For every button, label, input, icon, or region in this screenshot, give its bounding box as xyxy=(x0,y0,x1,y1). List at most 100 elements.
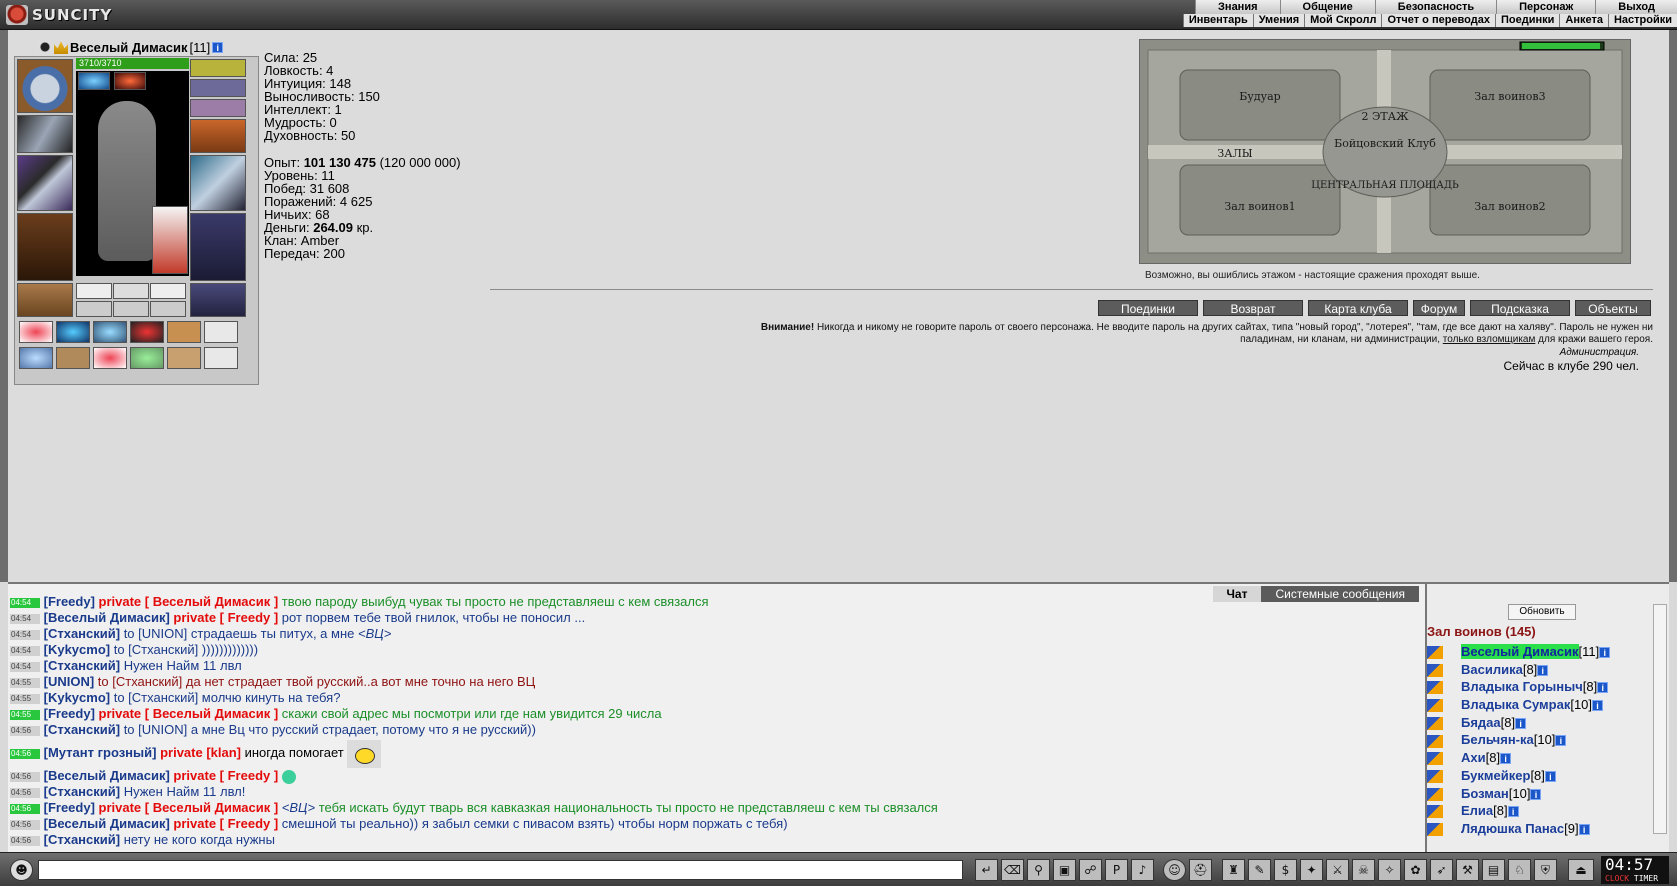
chat-timestamp[interactable]: 04:54 xyxy=(10,661,40,672)
scroll-icon[interactable]: ✎ xyxy=(1248,859,1271,881)
scroll-slot-4[interactable] xyxy=(130,321,164,343)
hint-button[interactable]: Подсказка xyxy=(1470,300,1570,316)
chat-private-tag[interactable]: private [ Веселый Димасик ] xyxy=(95,594,282,609)
spell-slot-1[interactable] xyxy=(78,72,110,90)
menu-communication[interactable]: Общение xyxy=(1279,0,1375,14)
menu-exit[interactable]: Выход xyxy=(1595,0,1677,14)
belt-item-3[interactable] xyxy=(150,283,186,299)
info-icon[interactable]: i xyxy=(1592,700,1604,712)
chat-private-tag[interactable]: private [ Веселый Димасик ] xyxy=(95,706,282,721)
chat-nick[interactable]: [Стханский] xyxy=(44,832,120,847)
user-name[interactable]: Бозман xyxy=(1461,786,1509,801)
armor-slot[interactable] xyxy=(17,213,73,281)
info-icon[interactable]: i xyxy=(1555,735,1567,747)
exit-icon[interactable]: ⏏ xyxy=(1568,859,1594,881)
private-message-icon[interactable] xyxy=(1427,699,1443,713)
user-name[interactable]: Елиа xyxy=(1461,803,1493,818)
chat-nick[interactable]: [Мутант грозный] xyxy=(44,745,157,760)
chat-private-tag[interactable]: private [ Freedy ] xyxy=(170,610,282,625)
forum-button[interactable]: Форум xyxy=(1413,300,1465,316)
submenu-inventory[interactable]: Инвентарь xyxy=(1182,14,1253,27)
chat-nick[interactable]: [Стханский] xyxy=(44,784,120,799)
helmet-icon[interactable]: ⛑ xyxy=(1189,859,1212,881)
scroll-slot-3[interactable] xyxy=(93,321,127,343)
chat-nick[interactable]: [Веселый Димасик] xyxy=(44,610,170,625)
chat-nick[interactable]: [Стханский] xyxy=(44,626,120,641)
chat-nick[interactable]: [Веселый Димасик] xyxy=(44,816,170,831)
belt-slot[interactable] xyxy=(17,283,73,317)
run-icon[interactable]: ☍ xyxy=(1079,859,1102,881)
private-message-icon[interactable] xyxy=(1427,663,1443,677)
legs-slot[interactable] xyxy=(190,213,246,281)
paw-icon[interactable]: ✿ xyxy=(1404,859,1427,881)
private-message-icon[interactable] xyxy=(1427,646,1443,660)
room-hall3[interactable] xyxy=(1429,69,1591,141)
private-message-icon[interactable] xyxy=(1427,681,1443,695)
book-icon[interactable]: ▤ xyxy=(1482,859,1505,881)
fights-button[interactable]: Поединки xyxy=(1098,300,1198,316)
chat-nick[interactable]: [Freedy] xyxy=(44,706,95,721)
info-icon[interactable]: i xyxy=(1507,806,1519,818)
boots-slot[interactable] xyxy=(190,283,246,317)
chat-nick[interactable]: [Freedy] xyxy=(44,800,95,815)
chat-timestamp[interactable]: 04:56 xyxy=(10,725,40,736)
magic-icon[interactable]: ✧ xyxy=(1378,859,1401,881)
scroll-slot-12[interactable] xyxy=(204,347,238,369)
private-message-icon[interactable] xyxy=(1427,752,1443,766)
private-message-icon[interactable] xyxy=(1427,822,1443,836)
weapon-slot[interactable] xyxy=(17,155,73,211)
club-map-button[interactable]: Карта клуба xyxy=(1308,300,1408,316)
menu-security[interactable]: Безопасность xyxy=(1374,0,1497,14)
private-message-icon[interactable] xyxy=(1427,734,1443,748)
ring-slot-2[interactable] xyxy=(190,99,246,117)
info-icon[interactable]: i xyxy=(1530,788,1542,800)
chat-timestamp[interactable]: 04:54 xyxy=(10,597,40,608)
amulet-slot[interactable] xyxy=(17,115,73,153)
user-name[interactable]: Ахи xyxy=(1461,750,1486,765)
chat-timestamp[interactable]: 04:54 xyxy=(10,629,40,640)
chat-nick[interactable]: [Kykycmo] xyxy=(44,690,110,705)
chat-nick[interactable]: [UNION] xyxy=(44,674,95,689)
user-name[interactable]: Бельчян-ка xyxy=(1461,732,1534,747)
scroll-slot-6[interactable] xyxy=(204,321,238,343)
room-boudoir[interactable] xyxy=(1179,69,1341,141)
money-bag-icon[interactable]: $ xyxy=(1274,859,1297,881)
chat-nick[interactable]: [Стханский] xyxy=(44,722,120,737)
user-name[interactable]: Владыка Горыныч xyxy=(1461,679,1583,694)
chat-timestamp[interactable]: 04:56 xyxy=(10,787,40,798)
user-name[interactable]: Василика xyxy=(1461,662,1523,677)
scroll-slot-2[interactable] xyxy=(56,321,90,343)
submenu-skills[interactable]: Умения xyxy=(1252,14,1305,27)
pl-icon[interactable]: P xyxy=(1105,859,1128,881)
return-button[interactable]: Возврат xyxy=(1203,300,1303,316)
bow-icon[interactable]: ➶ xyxy=(1430,859,1453,881)
user-name[interactable]: Бядаа xyxy=(1461,715,1501,730)
belt-item-2[interactable] xyxy=(113,283,149,299)
info-icon[interactable]: i xyxy=(1544,770,1556,782)
belt-item-6[interactable] xyxy=(150,301,186,317)
scroll-slot-8[interactable] xyxy=(56,347,90,369)
user-name[interactable]: Букмейкер xyxy=(1461,768,1530,783)
chat-timestamp[interactable]: 04:56 xyxy=(10,771,40,782)
sword-icon[interactable]: ⚔ xyxy=(1326,859,1349,881)
chat-nick[interactable]: [Freedy] xyxy=(44,594,95,609)
gloves-slot[interactable] xyxy=(190,119,246,153)
ring-slot-1[interactable] xyxy=(190,79,246,97)
chat-timestamp[interactable]: 04:56 xyxy=(10,835,40,846)
refresh-button[interactable]: Обновить xyxy=(1508,604,1576,620)
belt-item-1[interactable] xyxy=(76,283,112,299)
chat-timestamp[interactable]: 04:55 xyxy=(10,693,40,704)
chat-timestamp[interactable]: 04:55 xyxy=(10,709,40,720)
submenu-fights[interactable]: Поединки xyxy=(1494,14,1560,27)
menu-character[interactable]: Персонаж xyxy=(1496,0,1596,14)
submenu-transfers[interactable]: Отчет о переводах xyxy=(1381,14,1495,27)
chat-timestamp[interactable]: 04:56 xyxy=(10,748,40,759)
filter-icon[interactable]: ⚲ xyxy=(1027,859,1050,881)
private-message-icon[interactable] xyxy=(1427,716,1443,730)
monster-icon[interactable]: ☠ xyxy=(1352,859,1375,881)
user-name[interactable]: Лядюшка Панас xyxy=(1461,821,1564,836)
character-name[interactable]: Веселый Димасик xyxy=(70,40,188,55)
menu-knowledge[interactable]: Знания xyxy=(1195,0,1280,14)
scroll-slot-7[interactable] xyxy=(19,347,53,369)
chat-timestamp[interactable]: 04:55 xyxy=(10,677,40,688)
